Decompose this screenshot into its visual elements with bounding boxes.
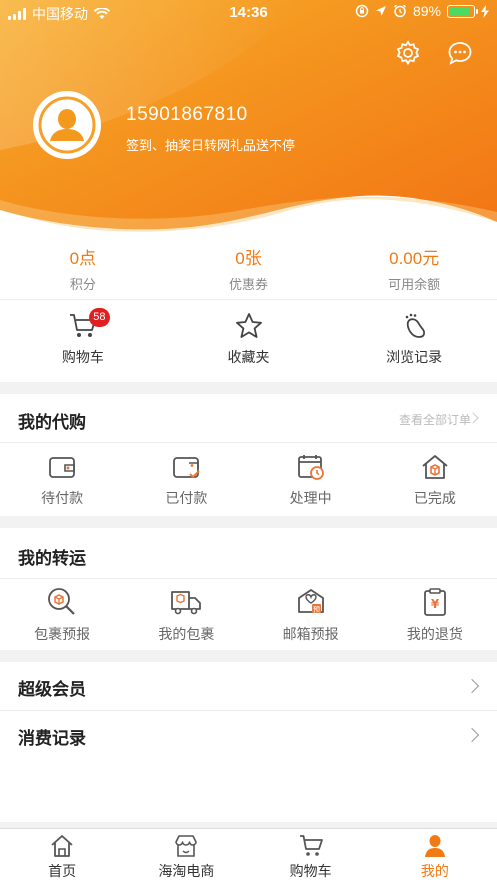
avatar-person-icon: [38, 96, 96, 154]
grid-label: 已付款: [165, 490, 208, 506]
grid-label: 包裹预报: [34, 626, 91, 642]
transfer-grid: 包裹预报 我的包裹 预 邮箱预报 ¥ 我的退货: [0, 586, 497, 644]
order-paid[interactable]: 已付款: [124, 452, 248, 508]
status-bar: 中国移动 14:36 89%: [0, 0, 497, 26]
user-phone[interactable]: 15901867810: [126, 104, 248, 126]
grid-label: 我的退货: [406, 626, 463, 642]
section-title: 我的转运: [18, 549, 86, 568]
tab-mine[interactable]: 我的: [373, 829, 497, 883]
mailbox-icon: 预: [297, 589, 324, 614]
section-title: 我的代购: [18, 413, 86, 432]
row-title: 消费记录: [18, 729, 86, 748]
tab-shop[interactable]: 海淘电商: [124, 829, 248, 883]
quick-history[interactable]: 浏览记录: [331, 300, 497, 382]
svg-text:¥: ¥: [431, 597, 440, 611]
profile-header: 中国移动 14:36 89% 15901867810 签到、抽奖日转网礼品送不停: [0, 0, 497, 232]
package-forecast[interactable]: 包裹预报: [0, 586, 124, 644]
quick-label: 浏览记录: [386, 349, 443, 365]
tab-home[interactable]: 首页: [0, 829, 124, 883]
spending-row[interactable]: 消费记录: [0, 711, 497, 822]
location-icon: [375, 6, 386, 16]
grid-label: 待付款: [41, 490, 84, 506]
user-slogan: 签到、抽奖日转网礼品送不停: [126, 138, 296, 153]
svg-text:预: 预: [313, 605, 320, 614]
grid-label: 处理中: [289, 490, 332, 506]
stat-value: 0.00元: [389, 249, 440, 268]
settings-gear-icon[interactable]: [395, 40, 421, 66]
row-title: 超级会员: [18, 680, 86, 699]
divider: [0, 578, 497, 579]
calendar-clock-icon: [297, 455, 324, 480]
tab-label: 购物车: [289, 863, 332, 879]
stat-value: 0点: [69, 249, 97, 268]
wallet-icon: [49, 457, 76, 478]
message-icon[interactable]: [447, 40, 473, 66]
vip-row[interactable]: 超级会员: [0, 662, 497, 710]
package-search-icon: [48, 588, 75, 615]
wallet-check-icon: [173, 457, 201, 479]
divider: [0, 442, 497, 443]
stat-balance[interactable]: 0.00元 可用余额: [331, 232, 497, 299]
tab-label: 我的: [420, 863, 449, 879]
alarm-icon: [393, 4, 406, 18]
house-box-icon: [422, 455, 448, 479]
star-icon: [235, 313, 262, 338]
tab-bar: 首页 海淘电商 购物车 我的: [0, 828, 497, 883]
chevron-right-icon: [464, 678, 480, 694]
delivery-truck-icon: [171, 591, 202, 615]
tab-cart[interactable]: 购物车: [249, 829, 373, 883]
order-processing[interactable]: 处理中: [249, 452, 373, 508]
mailbox-forecast[interactable]: 预 邮箱预报: [249, 586, 373, 644]
chevron-right-icon: [464, 727, 480, 743]
return-clipboard-icon: ¥: [423, 588, 446, 616]
stat-label: 优惠券: [229, 277, 269, 292]
footprint-icon: [405, 313, 426, 338]
stat-points[interactable]: 0点 积分: [0, 232, 166, 299]
grid-label: 邮箱预报: [282, 626, 339, 642]
grid-label: 我的包裹: [158, 626, 215, 642]
tab-label: 海淘电商: [158, 863, 215, 879]
quick-favorites[interactable]: 收藏夹: [166, 300, 332, 382]
stat-value: 0张: [235, 249, 262, 268]
shop-icon: [175, 835, 198, 857]
account-stats: 0点 积分 0张 优惠券 0.00元 可用余额: [0, 232, 497, 299]
cart-badge: 58: [88, 308, 110, 327]
charging-icon: [481, 4, 489, 18]
purchase-grid: 待付款 已付款 处理中 已完成: [0, 452, 497, 508]
grid-label: 已完成: [413, 490, 456, 506]
profile-page: 中国移动 14:36 89% 15901867810 签到、抽奖日转网礼品送不停…: [0, 0, 497, 883]
view-all-orders-link[interactable]: 查看全部订单: [399, 411, 471, 428]
quick-cart[interactable]: 58 购物车: [0, 300, 166, 382]
battery-icon: [447, 4, 478, 18]
status-right: 89%: [355, 3, 489, 19]
rotation-lock-icon: [355, 4, 369, 18]
battery-percent: 89%: [412, 3, 441, 19]
stat-coupons[interactable]: 0张 优惠券: [166, 232, 332, 299]
quick-label: 收藏夹: [227, 349, 270, 365]
my-returns[interactable]: ¥ 我的退货: [373, 586, 497, 644]
stat-label: 可用余额: [388, 277, 441, 292]
my-packages[interactable]: 我的包裹: [124, 586, 248, 644]
transfer-section: 我的转运 包裹预报 我的包裹 预 邮箱预报 ¥ 我的退货: [0, 528, 497, 650]
purchase-section: 我的代购 查看全部订单 待付款 已付款 处理中 已完成: [0, 394, 497, 516]
cart-icon: [299, 835, 323, 856]
avatar[interactable]: [33, 91, 101, 159]
order-completed[interactable]: 已完成: [373, 452, 497, 508]
order-pending-payment[interactable]: 待付款: [0, 452, 124, 508]
quick-links: 58 购物车 收藏夹 浏览记录: [0, 300, 497, 382]
tab-label: 首页: [48, 863, 77, 879]
stat-label: 积分: [69, 277, 96, 292]
home-icon: [51, 835, 73, 857]
quick-label: 购物车: [61, 349, 104, 365]
person-icon: [424, 835, 445, 857]
